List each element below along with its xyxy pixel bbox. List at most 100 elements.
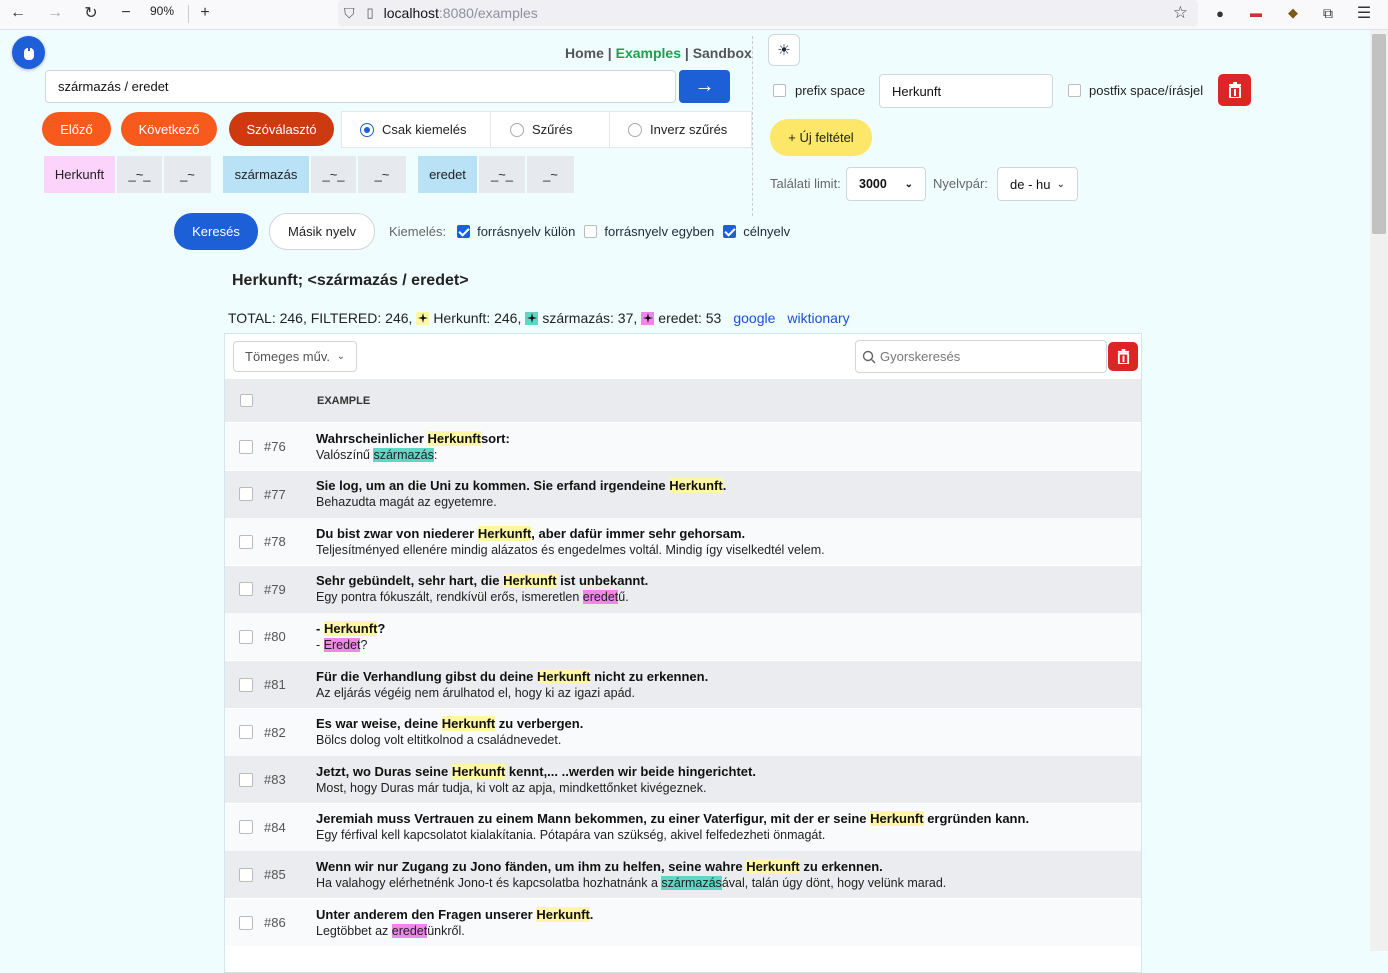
floating-extension-button[interactable] [12, 36, 45, 69]
src-together-checkbox[interactable] [584, 225, 598, 238]
table-row[interactable]: #79 Sehr gebündelt, sehr hart, die Herkun… [225, 565, 1141, 613]
token-word[interactable]: eredet [418, 156, 477, 193]
nav-examples[interactable]: Examples [616, 45, 681, 61]
sparkle-icon[interactable] [641, 311, 655, 325]
url-bar[interactable]: ⛉ ▯ localhost:8080/examples ☆ [338, 0, 1198, 26]
mode-highlight-only[interactable]: Csak kiemelés [341, 111, 491, 148]
table-row[interactable]: #78 Du bist zwar von niederer Herkunft, a… [225, 518, 1141, 566]
row-checkbox[interactable] [239, 725, 253, 740]
postfix-space-checkbox[interactable] [1068, 84, 1081, 97]
prev-button[interactable]: Előző [42, 112, 111, 146]
hit-limit-select[interactable]: 3000 ⌄ [846, 167, 926, 201]
table-row[interactable]: #85 Wenn wir nur Zugang zu Jono fänden, u… [225, 851, 1141, 899]
target-label: célnyelv [743, 224, 791, 239]
mode-filter[interactable]: Szűrés [490, 111, 610, 148]
target-checkbox[interactable] [723, 225, 737, 238]
row-checkbox[interactable] [239, 867, 253, 882]
quick-search-input[interactable]: Gyorskeresés [855, 340, 1107, 373]
token-variant[interactable]: _~_ [311, 156, 356, 193]
example-text: Wenn wir nur Zugang zu Jono fänden, um i… [316, 858, 946, 892]
text-segment: Jeremiah muss Vertrauen zu einem Mann be… [316, 811, 871, 827]
back-icon[interactable]: ← [6, 1, 30, 25]
highlight-match: Herkunft [427, 430, 481, 446]
lang-pair-select[interactable]: de - hu ⌄ [997, 167, 1078, 201]
text-segment: Wenn wir nur Zugang zu Jono fänden, um i… [316, 858, 747, 874]
bookmark-star-icon[interactable]: ☆ [1173, 3, 1188, 23]
sparkle-icon[interactable] [416, 311, 430, 325]
table-row[interactable]: #84 Jeremiah muss Vertrauen zu einem Mann… [225, 803, 1141, 851]
example-text: Sie log, um an die Uni zu kommen. Sie er… [316, 477, 726, 511]
table-row[interactable]: #83 Jetzt, wo Duras seine Herkunft kennt,… [225, 756, 1141, 804]
row-number: #83 [264, 772, 286, 788]
src-separate-checkbox[interactable] [457, 225, 471, 238]
nav-sandbox[interactable]: Sandbox [693, 45, 752, 61]
row-number: #85 [264, 867, 286, 883]
theme-toggle-button[interactable]: ☀ [768, 34, 800, 66]
word-selector-button[interactable]: Szóválasztó [229, 112, 334, 146]
prefix-space-checkbox[interactable] [773, 84, 786, 97]
mode-label: Csak kiemelés [382, 122, 467, 137]
select-all-checkbox[interactable] [240, 394, 253, 407]
scrollbar-thumb[interactable] [1372, 34, 1386, 234]
example-text: Sehr gebündelt, sehr hart, die Herkunft … [316, 572, 648, 606]
next-button[interactable]: Következő [121, 112, 217, 146]
row-checkbox[interactable] [239, 772, 253, 787]
radio-unselected[interactable] [628, 122, 642, 137]
condition-value-input[interactable]: Herkunft [879, 74, 1053, 108]
mode-inverse-filter[interactable]: Inverz szűrés [609, 111, 752, 148]
table-row[interactable]: #82 Es war weise, deine Herkunft zu verbe… [225, 708, 1141, 756]
delete-condition-button[interactable] [1218, 74, 1251, 106]
query-input[interactable]: származás / eredet [45, 70, 676, 103]
table-row[interactable]: #86 Unter anderem den Fragen unserer Herk… [225, 899, 1141, 946]
row-number: #80 [264, 629, 286, 645]
google-link[interactable]: google [733, 310, 775, 326]
table-row[interactable]: #77 Sie log, um an die Uni zu kommen. Sie… [225, 470, 1141, 518]
clear-quick-search-button[interactable] [1108, 342, 1138, 371]
prefix-space-option[interactable]: prefix space [773, 83, 865, 98]
zoom-out-icon[interactable]: − [114, 1, 138, 25]
text-segment: zu erkennen. [799, 858, 883, 874]
shield-icon[interactable]: ⛉ [344, 5, 355, 22]
zoom-in-icon[interactable]: + [193, 1, 217, 25]
token-variant[interactable]: _~ [358, 156, 406, 193]
menu-hamburger-icon[interactable]: ☰ [1352, 1, 1376, 25]
reload-icon[interactable]: ↻ [79, 1, 103, 25]
table-row[interactable]: #81 Für die Verhandlung gibst du deine He… [225, 661, 1141, 708]
extension-flag-icon[interactable]: ▬ [1244, 1, 1268, 25]
table-row[interactable]: #80- Herkunft? - Eredet? [225, 613, 1141, 661]
text-segment: Sehr gebündelt, sehr hart, die [316, 573, 504, 589]
new-condition-button[interactable]: + Új feltétel [770, 119, 872, 156]
token-variant[interactable]: _~_ [479, 156, 525, 193]
row-checkbox[interactable] [239, 820, 253, 835]
row-checkbox[interactable] [239, 677, 253, 692]
top-navigation: Home | Examples | Sandbox [565, 45, 752, 61]
sparkle-icon[interactable] [525, 311, 539, 325]
radio-selected[interactable] [360, 122, 374, 137]
nav-home[interactable]: Home [565, 45, 604, 61]
radio-unselected[interactable] [510, 122, 524, 137]
forward-icon[interactable]: → [43, 1, 67, 25]
token-word[interactable]: Herkunft [44, 156, 115, 193]
row-checkbox[interactable] [239, 629, 253, 644]
search-button[interactable]: Keresés [174, 213, 258, 250]
token-variant[interactable]: _~_ [117, 156, 162, 193]
bulk-actions-select[interactable]: Tömeges műv. ⌄ [233, 341, 357, 372]
row-checkbox[interactable] [239, 582, 253, 597]
extension-pen-icon[interactable]: ◆ [1281, 1, 1305, 25]
other-language-button[interactable]: Másik nyelv [269, 213, 375, 250]
row-checkbox[interactable] [239, 915, 253, 930]
postfix-space-option[interactable]: postfix space/írásjel [1068, 83, 1203, 98]
row-checkbox[interactable] [239, 439, 253, 454]
wiktionary-link[interactable]: wiktionary [787, 310, 849, 326]
zoom-level[interactable]: 90% [150, 4, 174, 18]
extension-icon[interactable]: ● [1208, 1, 1232, 25]
row-checkbox[interactable] [239, 534, 253, 549]
token-variant[interactable]: _~ [527, 156, 574, 193]
token-variant[interactable]: _~ [164, 156, 211, 193]
submit-arrow-button[interactable]: → [679, 70, 730, 103]
text-segment: ű. [618, 590, 629, 605]
table-row[interactable]: #76 Wahrscheinlicher Herkunftsort: Valószí… [225, 423, 1141, 470]
extensions-puzzle-icon[interactable]: ⧉ [1316, 1, 1340, 25]
token-word[interactable]: származás [223, 156, 309, 193]
row-checkbox[interactable] [239, 487, 253, 502]
